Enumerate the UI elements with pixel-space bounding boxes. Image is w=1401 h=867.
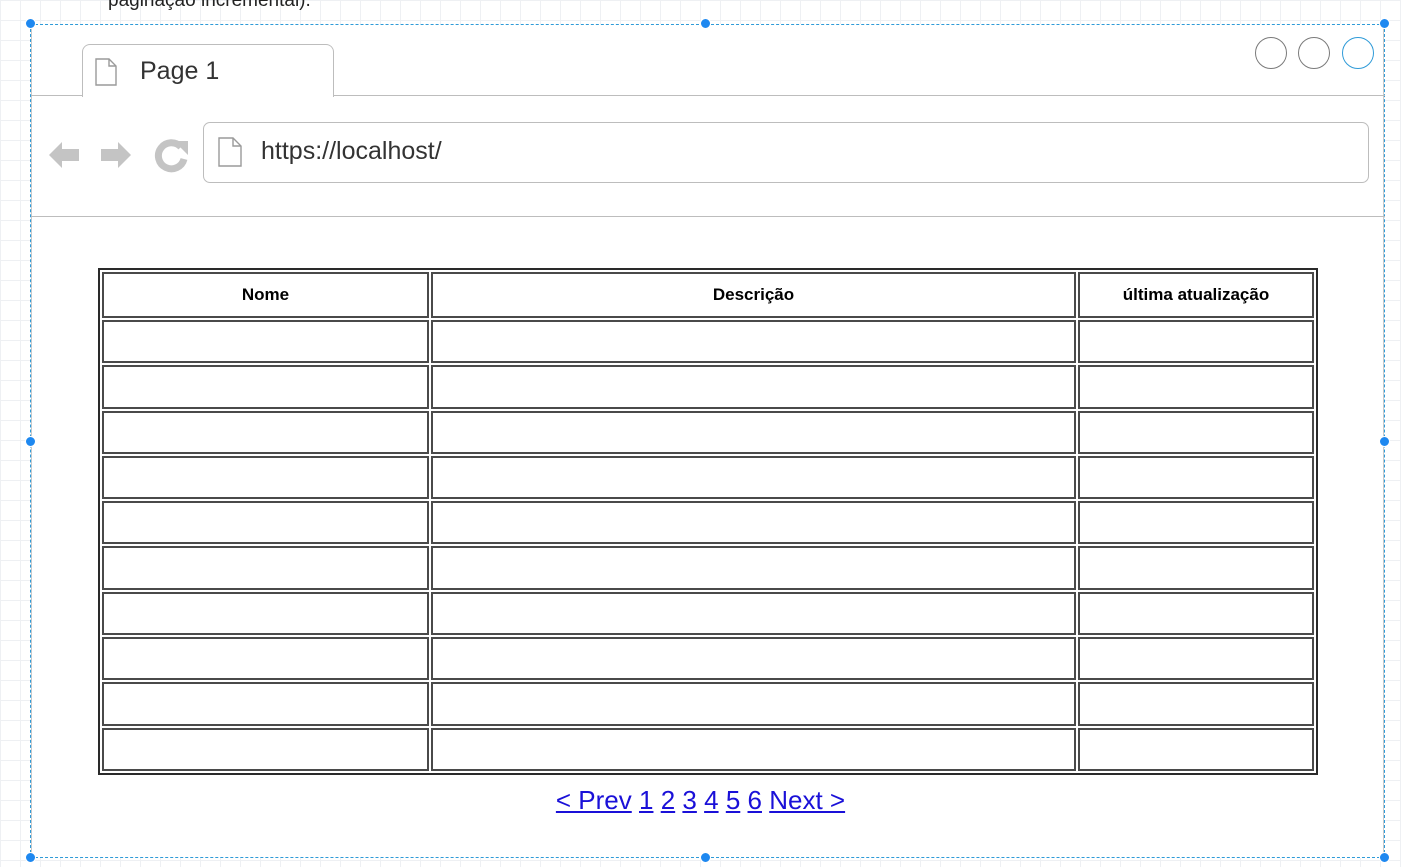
window-control-1[interactable] <box>1255 37 1287 69</box>
table-cell <box>102 546 429 590</box>
table-cell <box>102 320 429 364</box>
table-cell <box>431 410 1076 454</box>
table-row[interactable] <box>102 727 1314 771</box>
data-table: Nome Descrição última atualização <box>98 268 1318 775</box>
window-control-3[interactable] <box>1342 37 1374 69</box>
arrow-right-icon[interactable] <box>101 137 131 173</box>
table-row[interactable] <box>102 546 1314 590</box>
table-cell <box>431 591 1076 636</box>
arrow-left-icon[interactable] <box>49 137 79 173</box>
table-cell <box>431 365 1076 409</box>
table-cell <box>1078 591 1314 636</box>
pagination-page-link[interactable]: 2 <box>661 785 675 815</box>
selection-handle-middle-right[interactable] <box>1379 436 1390 447</box>
selection-handle-bottom-right[interactable] <box>1379 852 1390 863</box>
address-bar[interactable]: https://localhost/ <box>203 122 1369 183</box>
table-cell <box>102 682 429 726</box>
pagination-prev-link[interactable]: < Prev <box>556 785 632 815</box>
annotation-text: paginação incremental). <box>108 0 311 11</box>
diagram-canvas: paginação incremental). Page 1 https://l… <box>0 0 1401 867</box>
selection-handle-top-left[interactable] <box>25 18 36 29</box>
selection-handle-middle-left[interactable] <box>25 436 36 447</box>
table-cell <box>102 591 429 636</box>
table-row[interactable] <box>102 682 1314 726</box>
page-icon <box>218 137 242 167</box>
reload-icon[interactable] <box>153 137 189 173</box>
table-row[interactable] <box>102 365 1314 409</box>
tab-title: Page 1 <box>140 57 220 85</box>
table-cell <box>1078 727 1314 771</box>
pagination-page-link[interactable]: 4 <box>704 785 718 815</box>
table-cell <box>1078 637 1314 681</box>
table-header-row: Nome Descrição última atualização <box>102 272 1314 318</box>
table-cell <box>431 546 1076 590</box>
table-cell <box>102 501 429 545</box>
table-row[interactable] <box>102 501 1314 545</box>
selection-handle-top-right[interactable] <box>1379 18 1390 29</box>
column-header-descricao[interactable]: Descrição <box>431 272 1076 318</box>
table-row[interactable] <box>102 637 1314 681</box>
table-cell <box>102 410 429 454</box>
table-cell <box>1078 546 1314 590</box>
table-row[interactable] <box>102 410 1314 454</box>
pagination-page-link[interactable]: 1 <box>639 785 653 815</box>
table-cell <box>1078 320 1314 364</box>
table-cell <box>1078 410 1314 454</box>
window-control-2[interactable] <box>1298 37 1330 69</box>
table-cell <box>102 455 429 500</box>
table-cell <box>431 320 1076 364</box>
selection-handle-bottom-left[interactable] <box>25 852 36 863</box>
table-cell <box>102 365 429 409</box>
url-text: https://localhost/ <box>261 137 442 165</box>
selection-handle-top-center[interactable] <box>700 18 711 29</box>
table-cell <box>431 727 1076 771</box>
table-cell <box>1078 682 1314 726</box>
table-cell <box>1078 365 1314 409</box>
table-cell <box>1078 501 1314 545</box>
table-cell <box>431 455 1076 500</box>
table-cell <box>102 727 429 771</box>
pagination-next-link[interactable]: Next > <box>769 785 845 815</box>
pagination: < Prev 1 2 3 4 5 6 Next > <box>0 785 1401 816</box>
table-cell <box>431 637 1076 681</box>
column-header-nome[interactable]: Nome <box>102 272 429 318</box>
tab-page-1[interactable]: Page 1 <box>82 44 334 97</box>
pagination-page-link[interactable]: 6 <box>748 785 762 815</box>
table-cell <box>431 501 1076 545</box>
table-row[interactable] <box>102 591 1314 636</box>
table-row[interactable] <box>102 320 1314 364</box>
column-header-ultima-atualizacao[interactable]: última atualização <box>1078 272 1314 318</box>
pagination-page-link[interactable]: 3 <box>682 785 696 815</box>
table-cell <box>1078 455 1314 500</box>
table-cell <box>431 682 1076 726</box>
pagination-page-link[interactable]: 5 <box>726 785 740 815</box>
page-icon <box>95 58 117 86</box>
selection-handle-bottom-center[interactable] <box>700 852 711 863</box>
table-cell <box>102 637 429 681</box>
table-row[interactable] <box>102 455 1314 500</box>
toolbar-divider <box>31 216 1385 217</box>
